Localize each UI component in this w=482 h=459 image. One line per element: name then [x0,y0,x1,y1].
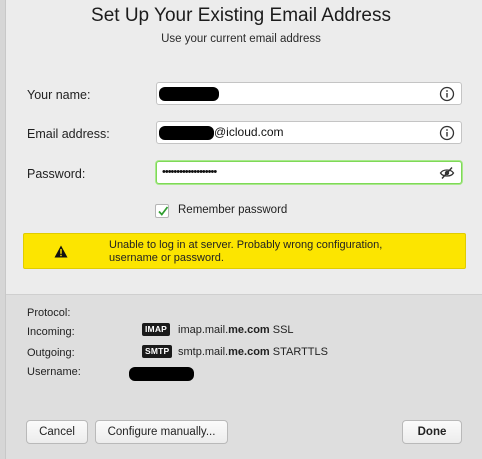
outgoing-host-domain: me.com [228,346,270,358]
remember-password-label[interactable]: Remember password [178,204,287,216]
name-label: Your name: [27,88,91,102]
incoming-host-prefix: imap.mail. [178,324,229,336]
eye-slash-icon[interactable] [439,165,455,181]
password-label: Password: [27,167,86,181]
outgoing-server: smtp.mail.me.com STARTTLS [178,346,328,358]
dialog-subtitle: Use your current email address [161,33,321,45]
remember-password-checkbox[interactable] [155,204,169,218]
email-field[interactable]: @icloud.com [156,121,462,144]
outgoing-label: Outgoing: [27,347,75,359]
protocol-label: Protocol: [27,307,71,319]
configure-manually-button[interactable]: Configure manually... [95,420,228,444]
done-button[interactable]: Done [402,420,462,444]
error-message: Unable to log in at server. Probably wro… [109,239,449,265]
error-line-1: Unable to log in at server. Probably wro… [109,239,383,251]
redacted-username [129,367,194,381]
error-banner: Unable to log in at server. Probably wro… [23,233,466,269]
incoming-label: Incoming: [27,326,75,338]
info-icon[interactable] [439,86,455,102]
imap-badge: IMAP [142,323,171,336]
redacted-email-user [159,125,214,140]
outgoing-host-prefix: smtp.mail. [178,346,229,358]
email-value: @icloud.com [159,125,284,140]
outgoing-security: STARTTLS [269,346,328,358]
smtp-badge: SMTP [142,345,173,358]
info-icon[interactable] [439,125,455,141]
email-label: Email address: [27,127,110,141]
dialog-title: Set Up Your Existing Email Address [91,5,391,26]
name-field[interactable] [156,82,462,105]
incoming-server: imap.mail.me.com SSL [178,324,294,336]
username-label: Username: [27,366,81,378]
incoming-host-domain: me.com [228,324,270,336]
password-field[interactable]: ••••••••••••••••••• [156,161,462,184]
cancel-button[interactable]: Cancel [26,420,88,444]
checkmark-icon [158,206,169,216]
email-domain: @icloud.com [214,125,284,139]
error-line-2: username or password. [109,252,224,264]
name-value [159,86,219,101]
warning-triangle-icon [54,245,68,263]
incoming-security: SSL [269,324,294,336]
password-value: ••••••••••••••••••• [162,166,217,178]
redacted-name [159,86,219,101]
